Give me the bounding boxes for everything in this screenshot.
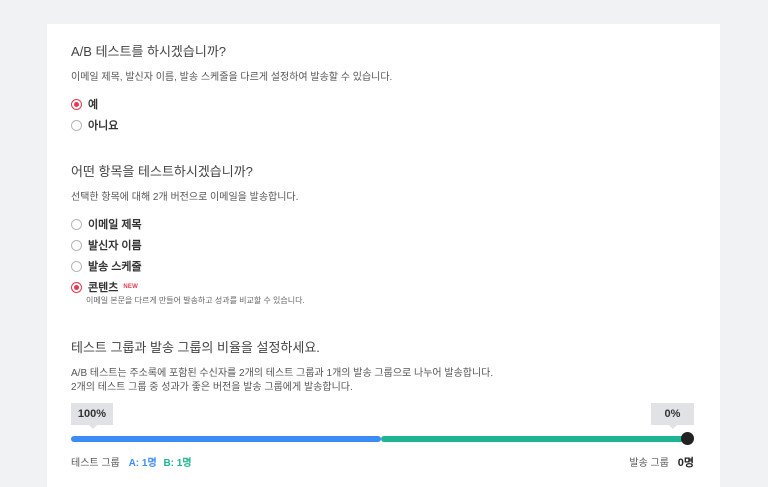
option-label: 예 xyxy=(88,99,99,111)
test-item-question-title: 어떤 항목을 테스트하시겠습니까? xyxy=(71,164,253,179)
ratio-desc-line1: A/B 테스트는 주소록에 포함된 수신자를 2개의 테스트 그룹과 1개의 발… xyxy=(71,368,494,379)
radio-button[interactable] xyxy=(71,239,82,251)
send-group-percent-tooltip: 0% xyxy=(651,403,694,429)
send-group-count: 0명 xyxy=(677,457,694,469)
send-group-percent: 0% xyxy=(664,408,681,420)
radio-button[interactable] xyxy=(71,119,82,131)
option-label: 콘텐츠 xyxy=(88,282,119,294)
radio-button-checked[interactable] xyxy=(71,281,82,293)
ratio-desc-line2: 2개의 테스트 그룹 중 성과가 좋은 버전을 발송 그룹에게 발송합니다. xyxy=(71,382,353,393)
radio-option-send-schedule[interactable]: 발송 스케줄 xyxy=(71,258,142,274)
option-label: 이메일 제목 xyxy=(88,219,142,231)
radio-option-email-subject[interactable]: 이메일 제목 xyxy=(71,216,142,232)
slider-track-group-b[interactable] xyxy=(381,436,687,442)
send-group-summary: 발송 그룹 0명 xyxy=(629,454,694,470)
group-b-count: B: 1명 xyxy=(163,458,192,469)
radio-option-yes[interactable]: 예 xyxy=(71,96,98,112)
ratio-question-title: 테스트 그룹과 발송 그룹의 비율을 설정하세요. xyxy=(71,340,320,355)
test-item-question-desc: 선택한 항목에 대해 2개 버전으로 이메일을 발송합니다. xyxy=(71,192,299,203)
option-label: 발신자 이름 xyxy=(88,240,142,252)
group-a-count: A: 1명 xyxy=(128,458,157,469)
ratio-slider-handle[interactable] xyxy=(681,432,694,445)
test-group-percent: 100% xyxy=(77,408,107,420)
content-option-desc: 이메일 본문을 다르게 만들어 발송하고 성과를 비교할 수 있습니다. xyxy=(86,296,305,305)
radio-option-no[interactable]: 아니요 xyxy=(71,117,118,133)
ab-test-question-title: A/B 테스트를 하시겠습니까? xyxy=(71,44,227,59)
radio-button[interactable] xyxy=(71,218,82,230)
ab-test-settings-card: A/B 테스트를 하시겠습니까? 이메일 제목, 발신자 이름, 발송 스케줄을… xyxy=(47,24,720,487)
test-group-label: 테스트 그룹 xyxy=(71,458,120,469)
option-label: 아니요 xyxy=(88,120,119,132)
radio-option-content[interactable]: 콘텐츠 NEW xyxy=(71,279,138,295)
option-label: 발송 스케줄 xyxy=(88,261,142,273)
radio-option-sender-name[interactable]: 발신자 이름 xyxy=(71,237,142,253)
radio-button[interactable] xyxy=(71,260,82,272)
ab-test-question-desc: 이메일 제목, 발신자 이름, 발송 스케줄을 다르게 설정하여 발송할 수 있… xyxy=(71,72,393,83)
test-group-percent-tooltip: 100% xyxy=(71,403,113,429)
slider-track-group-a[interactable] xyxy=(71,436,381,442)
send-group-label: 발송 그룹 xyxy=(629,458,669,469)
radio-button-checked[interactable] xyxy=(71,98,82,110)
test-group-summary: 테스트 그룹 A: 1명 B: 1명 xyxy=(71,454,192,469)
new-badge: NEW xyxy=(123,284,138,290)
